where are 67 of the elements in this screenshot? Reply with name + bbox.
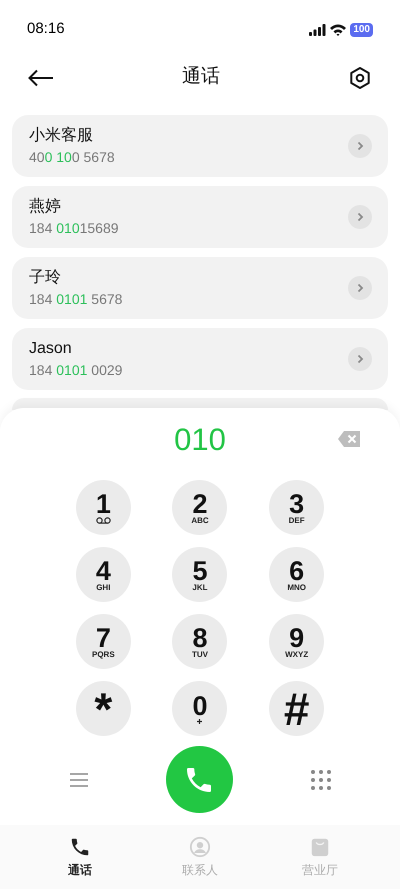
entered-number: 010 bbox=[174, 420, 226, 459]
dial-key[interactable]: * bbox=[76, 681, 131, 736]
key-digit: 2 bbox=[192, 490, 208, 516]
key-digit: 3 bbox=[289, 490, 304, 516]
chevron-icon[interactable] bbox=[348, 276, 372, 300]
contact-name: 燕婷 bbox=[29, 197, 62, 217]
dial-key[interactable]: 7 PQRS bbox=[76, 614, 131, 669]
battery-indicator: 100 bbox=[350, 22, 373, 36]
back-arrow-icon bbox=[28, 68, 54, 86]
key-digit: 9 bbox=[289, 624, 304, 650]
menu-icon bbox=[68, 772, 88, 788]
dial-key[interactable]: 6 MNO bbox=[269, 547, 324, 602]
chevron-icon[interactable] bbox=[348, 347, 372, 371]
dots-grid-icon bbox=[310, 768, 332, 790]
status-time: 08:16 bbox=[27, 19, 65, 40]
voicemail-icon bbox=[96, 517, 111, 524]
contact-name: 子玲 bbox=[29, 268, 62, 288]
key-letters: MNO bbox=[287, 584, 306, 592]
contact-name: Jason bbox=[29, 339, 73, 359]
nav-tab[interactable]: 通话 bbox=[40, 836, 120, 878]
contact-number: 184 0101 5678 bbox=[29, 290, 122, 308]
key-digit: 4 bbox=[96, 558, 111, 584]
dial-key[interactable]: 5 JKL bbox=[172, 547, 228, 602]
wifi-icon bbox=[330, 24, 346, 36]
dial-key[interactable]: # bbox=[269, 681, 324, 736]
dial-key[interactable]: 9 WXYZ bbox=[269, 614, 324, 669]
contact-card[interactable]: 子玲 184 0101 5678 bbox=[12, 257, 388, 319]
menu-button[interactable] bbox=[68, 772, 88, 788]
chevron-icon[interactable] bbox=[348, 134, 372, 158]
person-icon bbox=[189, 836, 211, 858]
contact-card[interactable]: 燕婷 184 01015689 bbox=[12, 186, 388, 248]
dialpad-toggle-button[interactable] bbox=[310, 768, 332, 790]
key-letters: WXYZ bbox=[285, 650, 308, 658]
settings-button[interactable] bbox=[348, 66, 372, 90]
backspace-button[interactable] bbox=[338, 431, 360, 447]
contact-card[interactable]: Jason 184 0101 0029 bbox=[12, 328, 388, 390]
key-digit: 1 bbox=[96, 491, 111, 517]
key-digit: 5 bbox=[192, 558, 208, 584]
dial-key[interactable]: 3 DEF bbox=[269, 480, 324, 535]
contact-number: 184 01015689 bbox=[29, 219, 119, 237]
plus-icon bbox=[197, 719, 202, 724]
key-letters: ABC bbox=[191, 516, 209, 524]
key-letters: TUV bbox=[192, 650, 208, 658]
key-digit: 7 bbox=[96, 624, 111, 650]
dial-key[interactable]: 4 GHI bbox=[76, 547, 131, 602]
dial-key[interactable]: 0 bbox=[172, 681, 228, 736]
key-letters: GHI bbox=[96, 584, 110, 592]
backspace-icon bbox=[338, 431, 360, 447]
key-digit: 8 bbox=[192, 624, 208, 650]
dial-key[interactable]: 8 TUV bbox=[172, 614, 228, 669]
chevron-icon[interactable] bbox=[348, 205, 372, 229]
key-digit: 6 bbox=[289, 558, 304, 584]
contact-card[interactable]: 小米客服 400 100 5678 bbox=[12, 115, 388, 177]
dial-key[interactable]: 2 ABC bbox=[172, 480, 228, 535]
key-letters: PQRS bbox=[92, 650, 115, 658]
contact-number: 400 100 5678 bbox=[29, 148, 115, 166]
contact-name: 小米客服 bbox=[29, 126, 94, 146]
dial-key[interactable]: 1 bbox=[76, 480, 131, 535]
settings-icon bbox=[348, 66, 372, 90]
key-digit: # bbox=[284, 688, 310, 728]
signal-icon bbox=[309, 24, 326, 36]
key-letters: JKL bbox=[192, 584, 208, 592]
key-digit: 0 bbox=[192, 693, 208, 719]
key-letters: DEF bbox=[288, 516, 305, 524]
contact-number: 184 0101 0029 bbox=[29, 361, 122, 379]
page-title: 通话 bbox=[182, 65, 220, 90]
key-digit: * bbox=[94, 688, 112, 728]
